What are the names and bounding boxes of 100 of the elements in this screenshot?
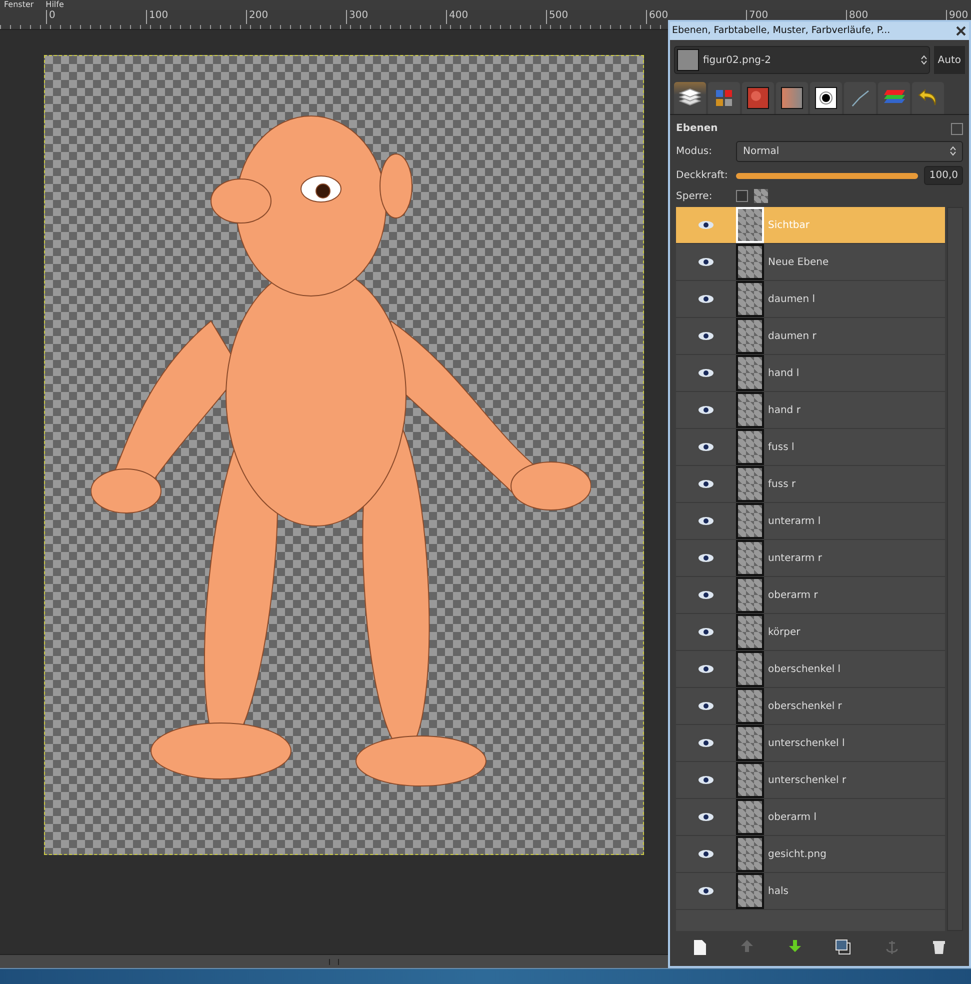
layer-row[interactable]: unterarm r	[676, 540, 945, 577]
layer-name: hand l	[768, 368, 800, 378]
layer-row[interactable]: körper	[676, 614, 945, 651]
layer-row[interactable]: daumen l	[676, 281, 945, 318]
layer-row[interactable]: oberarm l	[676, 799, 945, 836]
layer-thumbnail	[736, 540, 764, 576]
eye-icon[interactable]	[698, 516, 714, 526]
up-down-arrows-icon	[920, 55, 927, 65]
layer-row[interactable]: Neue Ebene	[676, 244, 945, 281]
layer-row[interactable]: unterschenkel r	[676, 762, 945, 799]
layer-row[interactable]: oberschenkel r	[676, 688, 945, 725]
eye-icon[interactable]	[698, 627, 714, 637]
section-title: Ebenen	[676, 123, 718, 135]
eye-icon[interactable]	[698, 775, 714, 785]
gradient-icon	[781, 87, 803, 109]
layer-thumbnail	[736, 281, 764, 317]
new-page-icon	[692, 939, 707, 956]
ruler-label: 200	[246, 10, 346, 24]
tab-menu-icon[interactable]	[951, 123, 963, 135]
image-selector[interactable]: figur02.png-2	[674, 46, 930, 74]
eye-icon[interactable]	[698, 664, 714, 674]
layer-thumbnail	[736, 836, 764, 872]
layer-thumbnail	[736, 577, 764, 613]
eye-icon[interactable]	[698, 405, 714, 415]
layer-thumbnail	[736, 429, 764, 465]
layer-thumbnail	[736, 355, 764, 391]
eye-icon[interactable]	[698, 294, 714, 304]
eye-icon[interactable]	[698, 812, 714, 822]
ruler-label: 400	[446, 10, 546, 24]
layer-thumbnail	[736, 688, 764, 724]
undo-icon	[917, 88, 939, 108]
eye-icon[interactable]	[698, 442, 714, 452]
layer-name: unterarm r	[768, 552, 822, 564]
arrow-up-icon	[740, 939, 754, 953]
lock-checkbox[interactable]	[736, 190, 748, 202]
layer-name: daumen r	[768, 330, 816, 342]
layer-name: hand r	[768, 404, 800, 416]
layer-thumbnail	[736, 318, 764, 354]
duplicate-icon	[835, 939, 852, 955]
dock-tab[interactable]	[776, 82, 808, 114]
layer-name: oberarm r	[768, 590, 818, 600]
auto-button[interactable]: Auto	[934, 46, 965, 74]
eye-icon[interactable]	[698, 701, 714, 711]
layer-name: oberschenkel l	[768, 664, 841, 674]
eye-icon[interactable]	[698, 331, 714, 341]
eye-icon[interactable]	[698, 849, 714, 859]
eye-icon[interactable]	[698, 220, 714, 230]
eye-icon[interactable]	[698, 886, 714, 896]
layer-name: hals	[768, 886, 788, 896]
layer-name: gesicht.png	[768, 848, 826, 860]
layer-row[interactable]: oberarm r	[676, 577, 945, 614]
eye-icon[interactable]	[698, 738, 714, 748]
layer-row[interactable]: gesicht.png	[676, 836, 945, 873]
layer-name: Sichtbar	[768, 220, 810, 230]
layer-row[interactable]: unterschenkel l	[676, 725, 945, 762]
layer-row[interactable]: hals	[676, 873, 945, 910]
close-icon[interactable]	[955, 25, 967, 37]
layer-row[interactable]: oberschenkel l	[676, 651, 945, 688]
opacity-field[interactable]: 100,0	[924, 166, 963, 185]
dock-title: Ebenen, Farbtabelle, Muster, Farbverläufe, P...	[672, 25, 890, 37]
layer-name: fuss l	[768, 442, 794, 452]
dock-tab[interactable]	[810, 82, 842, 114]
layer-name: körper	[768, 626, 800, 638]
layer-row[interactable]: unterarm l	[676, 503, 945, 540]
checker-icon	[754, 189, 768, 203]
layer-row[interactable]: fuss r	[676, 466, 945, 503]
ruler-label: 100	[146, 10, 246, 24]
eye-icon[interactable]	[698, 368, 714, 378]
layer-name: unterschenkel r	[768, 774, 846, 786]
pattern-icon	[747, 87, 769, 109]
menu-item[interactable]: Fenster	[4, 0, 34, 10]
mode-label: Modus:	[676, 146, 714, 157]
eye-icon[interactable]	[698, 553, 714, 563]
layer-thumbnail	[736, 762, 764, 798]
layer-row[interactable]: hand r	[676, 392, 945, 429]
dock-tab[interactable]	[674, 82, 706, 114]
horizontal-scrollbar[interactable]	[0, 954, 668, 968]
layer-row[interactable]: fuss l	[676, 429, 945, 466]
layer-row[interactable]: hand l	[676, 355, 945, 392]
path-icon	[851, 90, 869, 106]
eye-icon[interactable]	[698, 257, 714, 267]
layer-thumbnail	[736, 651, 764, 687]
layer-thumbnail	[736, 207, 764, 243]
menu-item[interactable]: Hilfe	[46, 0, 64, 10]
ruler-label: 0	[46, 10, 146, 24]
opacity-label: Deckkraft:	[676, 170, 729, 181]
eye-icon[interactable]	[698, 590, 714, 600]
layer-thumbnail	[736, 725, 764, 761]
layer-thumbnail	[736, 799, 764, 835]
arrow-down-icon	[788, 939, 802, 953]
layer-name: unterarm l	[768, 516, 821, 526]
layer-thumbnail	[736, 466, 764, 502]
eye-icon[interactable]	[698, 479, 714, 489]
layer-name: oberschenkel r	[768, 700, 842, 712]
mode-dropdown[interactable]: Normal	[736, 141, 963, 162]
up-down-arrows-icon	[950, 146, 956, 156]
layer-row[interactable]: daumen r	[676, 318, 945, 355]
layer-name: oberarm l	[768, 812, 816, 822]
opacity-slider-fill[interactable]	[736, 172, 918, 178]
layer-thumbnail	[736, 614, 764, 650]
